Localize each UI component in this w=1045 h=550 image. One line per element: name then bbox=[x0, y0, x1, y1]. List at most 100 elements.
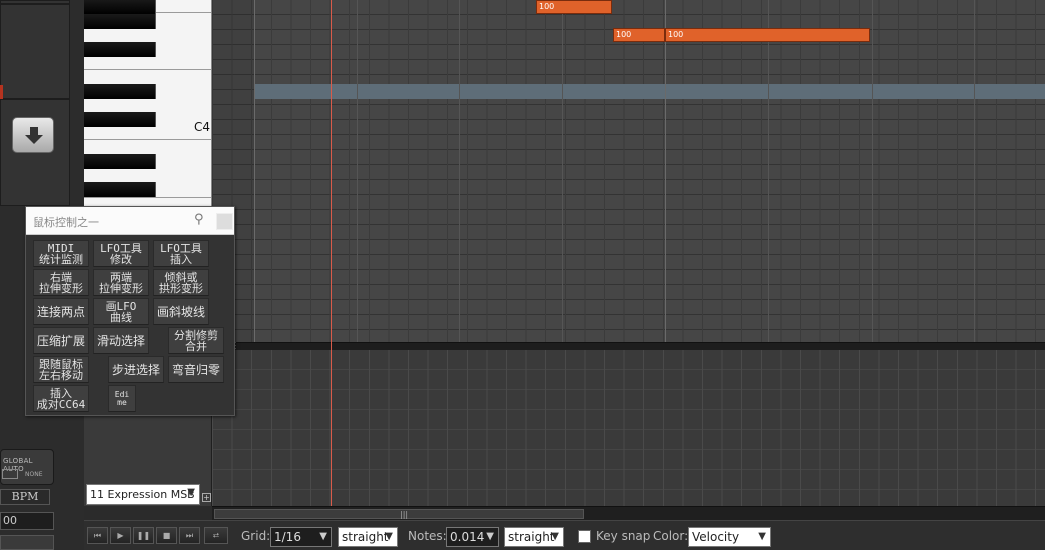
automation-icon bbox=[2, 469, 18, 479]
arrow-down-icon bbox=[25, 127, 43, 144]
chevron-down-icon: ▼ bbox=[187, 487, 195, 498]
white-key[interactable] bbox=[84, 69, 211, 70]
connect-points-button[interactable]: 连接两点 bbox=[33, 298, 89, 325]
global-auto-state: NONE bbox=[25, 471, 43, 478]
color-select[interactable]: Velocity ▼ bbox=[688, 527, 771, 547]
chevron-down-icon: ▼ bbox=[319, 531, 327, 542]
color-label: Color: bbox=[653, 529, 689, 543]
lfo-modify-button[interactable]: LFO工具 修改 bbox=[93, 240, 149, 267]
white-key[interactable] bbox=[84, 197, 211, 198]
slide-select-button[interactable]: 滑动选择 bbox=[93, 327, 149, 354]
beat-line bbox=[562, 0, 563, 342]
pause-button[interactable]: ❚❚ bbox=[133, 527, 154, 544]
add-lane-button[interactable]: + bbox=[202, 493, 211, 502]
stretch-both-button[interactable]: 两端 拉伸变形 bbox=[93, 269, 149, 296]
notes-label: Notes: bbox=[408, 529, 447, 543]
tilt-arch-button[interactable]: 倾斜或 拱形变形 bbox=[153, 269, 209, 296]
chevron-down-icon: ▼ bbox=[385, 531, 393, 542]
bar-line bbox=[254, 0, 255, 342]
midi-note[interactable]: 100 bbox=[613, 28, 665, 42]
grid-mode-value: straight bbox=[342, 530, 389, 544]
cc-lane-select-value: 11 Expression MSB bbox=[90, 488, 195, 501]
stretch-right-button[interactable]: 右端 拉伸变形 bbox=[33, 269, 89, 296]
playhead[interactable] bbox=[331, 0, 332, 506]
loop-icon: ⮂ bbox=[212, 531, 220, 540]
grid-mode-select[interactable]: straight ▼ bbox=[338, 527, 398, 547]
pause-icon: ❚❚ bbox=[136, 531, 151, 540]
horizontal-scrollbar[interactable]: ||| bbox=[212, 506, 1045, 520]
beat-line bbox=[974, 0, 975, 342]
edit-me-button[interactable]: Edi me bbox=[108, 385, 136, 412]
pitchbend-reset-button[interactable]: 弯音归零 bbox=[168, 356, 224, 383]
draw-lfo-button[interactable]: 画LFO 曲线 bbox=[93, 298, 149, 325]
midi-stats-button[interactable]: MIDI 统计监测 bbox=[33, 240, 89, 267]
skip-back-button[interactable]: ⏮ bbox=[87, 527, 108, 544]
step-select-button[interactable]: 步进选择 bbox=[108, 356, 164, 383]
beat-line bbox=[357, 0, 358, 342]
key-snap-checkbox[interactable] bbox=[578, 530, 591, 543]
panel-header[interactable]: 鼠标控制之一 ⚲ bbox=[26, 207, 234, 235]
global-automation-button[interactable]: GLOBAL AUTO NONE bbox=[0, 449, 54, 485]
lfo-insert-button[interactable]: LFO工具 插入 bbox=[153, 240, 209, 267]
mouse-control-panel: 鼠标控制之一 ⚲ MIDI 统计监测 LFO工具 修改 LFO工具 插入 右端 … bbox=[25, 206, 235, 416]
notes-select[interactable]: 0.014 ▼ bbox=[446, 527, 499, 547]
piano-keyboard[interactable]: C4 bbox=[84, 0, 212, 206]
color-value: Velocity bbox=[692, 530, 740, 544]
grid-select[interactable]: 1/16 ▼ bbox=[270, 527, 332, 547]
close-button[interactable] bbox=[216, 213, 233, 230]
black-key[interactable] bbox=[84, 112, 156, 127]
grid-columns bbox=[212, 0, 1045, 342]
download-button[interactable] bbox=[12, 117, 54, 153]
skip-back-icon: ⏮ bbox=[93, 531, 102, 540]
skip-forward-button[interactable]: ⏭ bbox=[179, 527, 200, 544]
note-grid[interactable]: 100 100 100 bbox=[212, 0, 1045, 342]
bottom-toolbar: ⏮ ▶ ❚❚ ■ ⏭ ⮂ Grid: 1/16 ▼ straight ▼ Not… bbox=[84, 520, 1045, 550]
draw-ramp-button[interactable]: 画斜坡线 bbox=[153, 298, 209, 325]
white-key[interactable] bbox=[84, 139, 211, 140]
highlighted-row bbox=[254, 84, 1045, 99]
scrollbar-thumb[interactable]: ||| bbox=[214, 509, 584, 519]
pin-icon[interactable]: ⚲ bbox=[194, 212, 204, 227]
notes-value: 0.014 bbox=[450, 530, 485, 544]
black-key[interactable] bbox=[84, 182, 156, 197]
cc-lane-select[interactable]: 11 Expression MSB ▼ bbox=[86, 484, 200, 505]
bpm-extra-field[interactable] bbox=[0, 535, 54, 550]
loop-button[interactable]: ⮂ bbox=[204, 527, 228, 544]
beat-line bbox=[872, 0, 873, 342]
track-panel bbox=[0, 4, 70, 99]
notes-mode-select[interactable]: straight ▼ bbox=[504, 527, 564, 547]
panel-title: 鼠标控制之一 bbox=[33, 216, 99, 229]
grid-label: Grid: bbox=[241, 529, 271, 543]
chevron-down-icon: ▼ bbox=[486, 531, 494, 542]
bpm-input[interactable]: 00 bbox=[0, 512, 54, 530]
beat-line bbox=[768, 0, 769, 342]
scroll-grip-icon: ||| bbox=[400, 510, 409, 519]
black-key[interactable] bbox=[84, 0, 156, 14]
compress-expand-button[interactable]: 压缩扩展 bbox=[33, 327, 89, 354]
grid-value: 1/16 bbox=[274, 530, 301, 544]
black-key[interactable] bbox=[84, 154, 156, 169]
play-icon: ▶ bbox=[117, 531, 124, 540]
black-key[interactable] bbox=[84, 84, 156, 99]
cc-lane[interactable] bbox=[212, 350, 1045, 506]
black-key[interactable] bbox=[84, 42, 156, 57]
lane-splitter[interactable] bbox=[212, 342, 1045, 350]
midi-note[interactable]: 100 bbox=[536, 0, 612, 14]
play-button[interactable]: ▶ bbox=[110, 527, 131, 544]
beat-line bbox=[459, 0, 460, 342]
split-trim-merge-button[interactable]: 分割修剪 合并 bbox=[168, 327, 224, 354]
bar-line bbox=[665, 0, 666, 342]
follow-mouse-button[interactable]: 跟随鼠标 左右移动 bbox=[33, 356, 89, 383]
key-snap-label: Key snap bbox=[596, 529, 651, 543]
chevron-down-icon: ▼ bbox=[551, 531, 559, 542]
stop-button[interactable]: ■ bbox=[156, 527, 177, 544]
octave-label: C4 bbox=[194, 120, 211, 134]
skip-forward-icon: ⏭ bbox=[185, 531, 194, 540]
insert-cc64-button[interactable]: 插入 成对CC64 bbox=[33, 385, 89, 412]
bpm-label: BPM bbox=[0, 489, 50, 505]
midi-note[interactable]: 100 bbox=[665, 28, 870, 42]
chevron-down-icon: ▼ bbox=[758, 531, 766, 542]
track-indicator bbox=[0, 85, 3, 99]
notes-mode-value: straight bbox=[508, 530, 555, 544]
black-key[interactable] bbox=[84, 14, 156, 29]
